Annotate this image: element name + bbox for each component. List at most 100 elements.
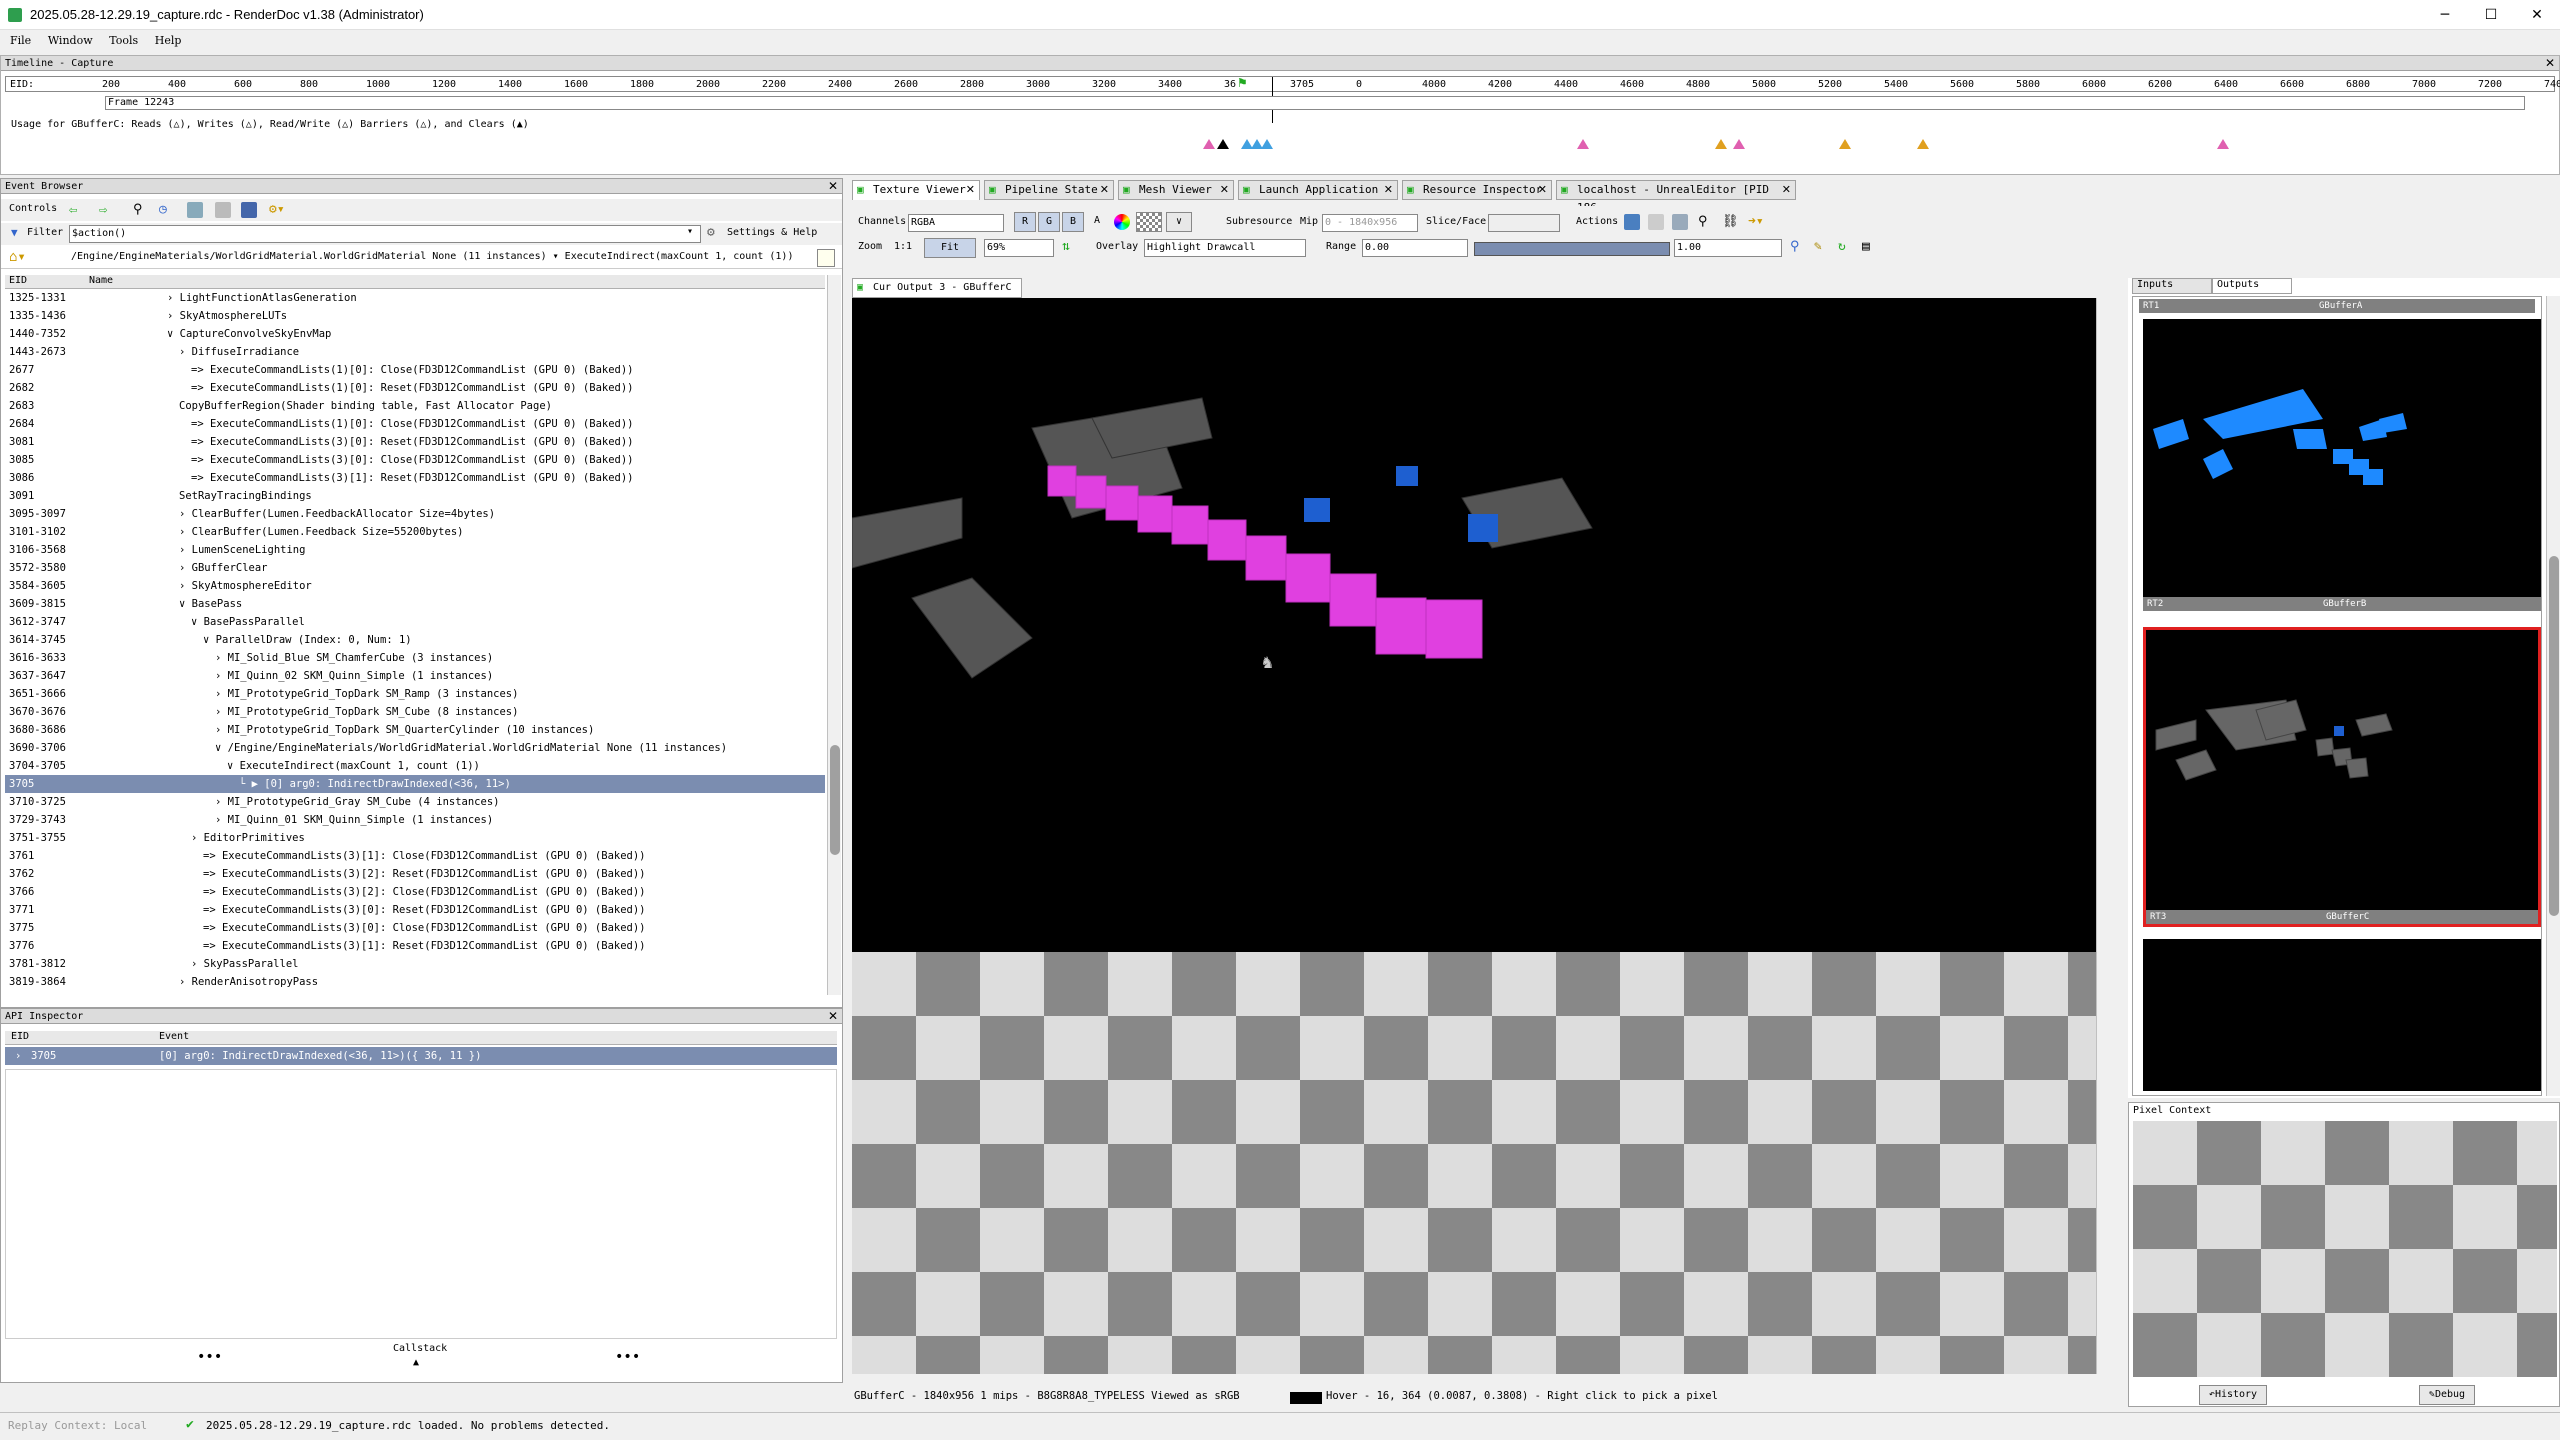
tab-localhost-unrealeditor-pid-186[interactable]: ▣localhost - UnrealEditor [PID 186…✕ — [1556, 180, 1796, 214]
event-row[interactable]: 3095-3097 › ClearBuffer(Lumen.FeedbackAll… — [5, 505, 825, 523]
current-event-flag-icon[interactable]: ⚑ — [1238, 75, 1252, 93]
event-row[interactable]: 3705 └ ▶ [0] arg0: IndirectDrawIndexed(<3… — [5, 775, 825, 793]
close-icon[interactable]: ✕ — [1384, 181, 1393, 199]
fit-button[interactable]: Fit — [924, 238, 976, 258]
menu-file[interactable]: File — [10, 34, 31, 47]
event-row[interactable]: 3762 => ExecuteCommandLists(3)[2]: Reset(… — [5, 865, 825, 883]
eid-column-header[interactable]: EID — [11, 1031, 29, 1042]
event-row[interactable]: 3776 => ExecuteCommandLists(3)[1]: Reset(… — [5, 937, 825, 955]
thumb-gbufferc[interactable]: RT3 GBufferC — [2143, 627, 2541, 927]
zoom-1to1-button[interactable]: 1:1 — [894, 241, 912, 252]
event-row[interactable]: 3572-3580 › GBufferClear — [5, 559, 825, 577]
usage-marker[interactable] — [2217, 139, 2229, 149]
thumb-next[interactable] — [2143, 939, 2541, 1091]
replay-context[interactable]: Replay Context: Local — [8, 1419, 147, 1432]
reset-range-icon[interactable]: ↻ — [1838, 239, 1846, 254]
event-row[interactable]: 2682 => ExecuteCommandLists(1)[0]: Reset(… — [5, 379, 825, 397]
event-row[interactable]: 3614-3745 ∨ ParallelDraw (Index: 0, Num: … — [5, 631, 825, 649]
event-column-header[interactable]: Event — [159, 1031, 189, 1042]
home-icon[interactable]: ⌂▾ — [9, 249, 26, 265]
event-row[interactable]: 1440-7352 ∨ CaptureConvolveSkyEnvMap — [5, 325, 825, 343]
event-tree-scrollbar[interactable] — [827, 275, 841, 995]
usage-marker[interactable] — [1261, 139, 1273, 149]
name-column-header[interactable]: Name — [89, 275, 113, 286]
channels-select[interactable]: RGBA — [908, 214, 1004, 232]
event-row[interactable]: 1443-2673 › DiffuseIrradiance — [5, 343, 825, 361]
zoom-select[interactable]: 69% — [984, 239, 1054, 257]
scrollbar-thumb[interactable] — [2549, 556, 2559, 916]
event-row[interactable]: 3670-3676 › MI_PrototypeGrid_TopDark SM_C… — [5, 703, 825, 721]
menu-tools[interactable]: Tools — [109, 34, 138, 47]
close-icon[interactable]: ✕ — [1782, 181, 1791, 199]
close-icon[interactable]: ✕ — [1220, 181, 1229, 199]
frame-bar[interactable]: Frame 12243 — [105, 96, 2525, 110]
rendered-scene[interactable]: ♞ — [852, 298, 2110, 952]
event-row[interactable]: 1335-1436 › SkyAtmosphereLUTs — [5, 307, 825, 325]
event-tree[interactable]: EID Name 1325-1331 › LightFunctionAtlasGe… — [5, 275, 825, 995]
histogram-icon[interactable]: ▤ — [1862, 239, 1870, 254]
range-slider[interactable] — [1474, 242, 1670, 256]
usage-marker[interactable] — [1733, 139, 1745, 149]
settings-help-button[interactable]: Settings & Help — [727, 227, 817, 238]
bookmark-icon[interactable] — [187, 202, 203, 218]
event-row[interactable]: 3781-3812 › SkyPassParallel — [5, 955, 825, 973]
usage-marker[interactable] — [1839, 139, 1851, 149]
edit-bookmark-icon[interactable] — [817, 249, 835, 267]
timeline-ruler[interactable]: EID: 200 400 600 800 1000 1200 1400 1600 1800 200… — [5, 75, 2560, 123]
range-max-input[interactable]: 1.00 — [1674, 239, 1782, 257]
checkerboard-toggle-icon[interactable] — [1136, 212, 1162, 232]
thumb-gbufferb[interactable]: RT2 GBufferB — [2143, 319, 2541, 611]
minimize-button[interactable]: ─ — [2422, 0, 2468, 30]
usage-marker[interactable] — [1715, 139, 1727, 149]
event-row[interactable]: 3616-3633 › MI_Solid_Blue SM_ChamferCube … — [5, 649, 825, 667]
goto-arrow-icon[interactable]: ➜▾ — [1748, 214, 1764, 230]
auto-fit-icon[interactable]: ✎ — [1814, 239, 1822, 254]
event-row[interactable]: 3101-3102 › ClearBuffer(Lumen.Feedback Si… — [5, 523, 825, 541]
collapse-icon[interactable] — [215, 202, 231, 218]
filter-dropdown-icon[interactable]: ▾ — [687, 226, 693, 237]
link-icon[interactable]: ⛓ — [1722, 214, 1739, 230]
event-row[interactable]: 3584-3605 › SkyAtmosphereEditor — [5, 577, 825, 595]
expand-chevron-icon[interactable]: › — [15, 1047, 21, 1065]
usage-marker[interactable] — [1217, 139, 1229, 149]
collapse-left-dots[interactable]: ••• — [197, 1349, 222, 1365]
color-wheel-icon[interactable] — [1114, 214, 1130, 230]
range-min-input[interactable]: 0.00 — [1362, 239, 1468, 257]
callstack-label[interactable]: Callstack — [393, 1343, 447, 1354]
channel-g-toggle[interactable]: G — [1038, 212, 1060, 232]
event-row[interactable]: 2677 => ExecuteCommandLists(1)[0]: Close(… — [5, 361, 825, 379]
menu-help[interactable]: Help — [155, 34, 182, 47]
tab-mesh-viewer[interactable]: ▣ Mesh Viewer ✕ — [1118, 180, 1234, 200]
tab-resource-inspector[interactable]: ▣ Resource Inspector ✕ — [1402, 180, 1552, 200]
event-row[interactable]: 3704-3705 ∨ ExecuteIndirect(maxCount 1, c… — [5, 757, 825, 775]
event-row[interactable]: 2683 CopyBufferRegion(Shader binding tabl… — [5, 397, 825, 415]
event-row[interactable]: 3766 => ExecuteCommandLists(3)[2]: Close(… — [5, 883, 825, 901]
event-row[interactable]: 3775 => ExecuteCommandLists(3)[0]: Close(… — [5, 919, 825, 937]
cur-output-tab[interactable]: ▣ Cur Output 3 - GBufferC — [852, 278, 1022, 298]
event-row[interactable]: 3651-3666 › MI_PrototypeGrid_TopDark SM_R… — [5, 685, 825, 703]
callstack-expand-icon[interactable]: ▲ — [413, 1357, 419, 1368]
close-icon[interactable]: ✕ — [2545, 56, 2555, 70]
filter-input[interactable]: $action() — [69, 225, 701, 243]
open-icon[interactable] — [1672, 214, 1688, 230]
event-row[interactable]: 3106-3568 › LumenSceneLighting — [5, 541, 825, 559]
close-icon[interactable]: ✕ — [1100, 181, 1109, 199]
debug-button[interactable]: ✎Debug — [2419, 1385, 2475, 1405]
event-row[interactable]: 3710-3725 › MI_PrototypeGrid_Gray SM_Cube… — [5, 793, 825, 811]
slice-face-select[interactable] — [1488, 214, 1560, 232]
close-icon[interactable]: ✕ — [828, 179, 838, 193]
history-button[interactable]: ↶History — [2199, 1385, 2267, 1405]
maximize-button[interactable]: ☐ — [2468, 0, 2514, 30]
save-texture-icon[interactable] — [1624, 214, 1640, 230]
tab-pipeline-state[interactable]: ▣ Pipeline State ✕ — [984, 180, 1114, 200]
settings-gear-icon[interactable]: ⚙▾ — [269, 202, 285, 218]
pin-icon[interactable]: ⇅ — [1062, 239, 1070, 254]
event-row[interactable]: 3690-3706 ∨ /Engine/EngineMaterials/World… — [5, 739, 825, 757]
event-row[interactable]: 3086 => ExecuteCommandLists(3)[1]: Reset(… — [5, 469, 825, 487]
usage-marker[interactable] — [1203, 139, 1215, 149]
texture-viewport[interactable]: ♞ — [852, 298, 2110, 1374]
channel-b-toggle[interactable]: B — [1062, 212, 1084, 232]
overlay-select[interactable]: Highlight Drawcall — [1144, 239, 1306, 257]
viewport-vscroll[interactable] — [2096, 298, 2110, 1374]
eid-column-header[interactable]: EID — [9, 275, 27, 286]
